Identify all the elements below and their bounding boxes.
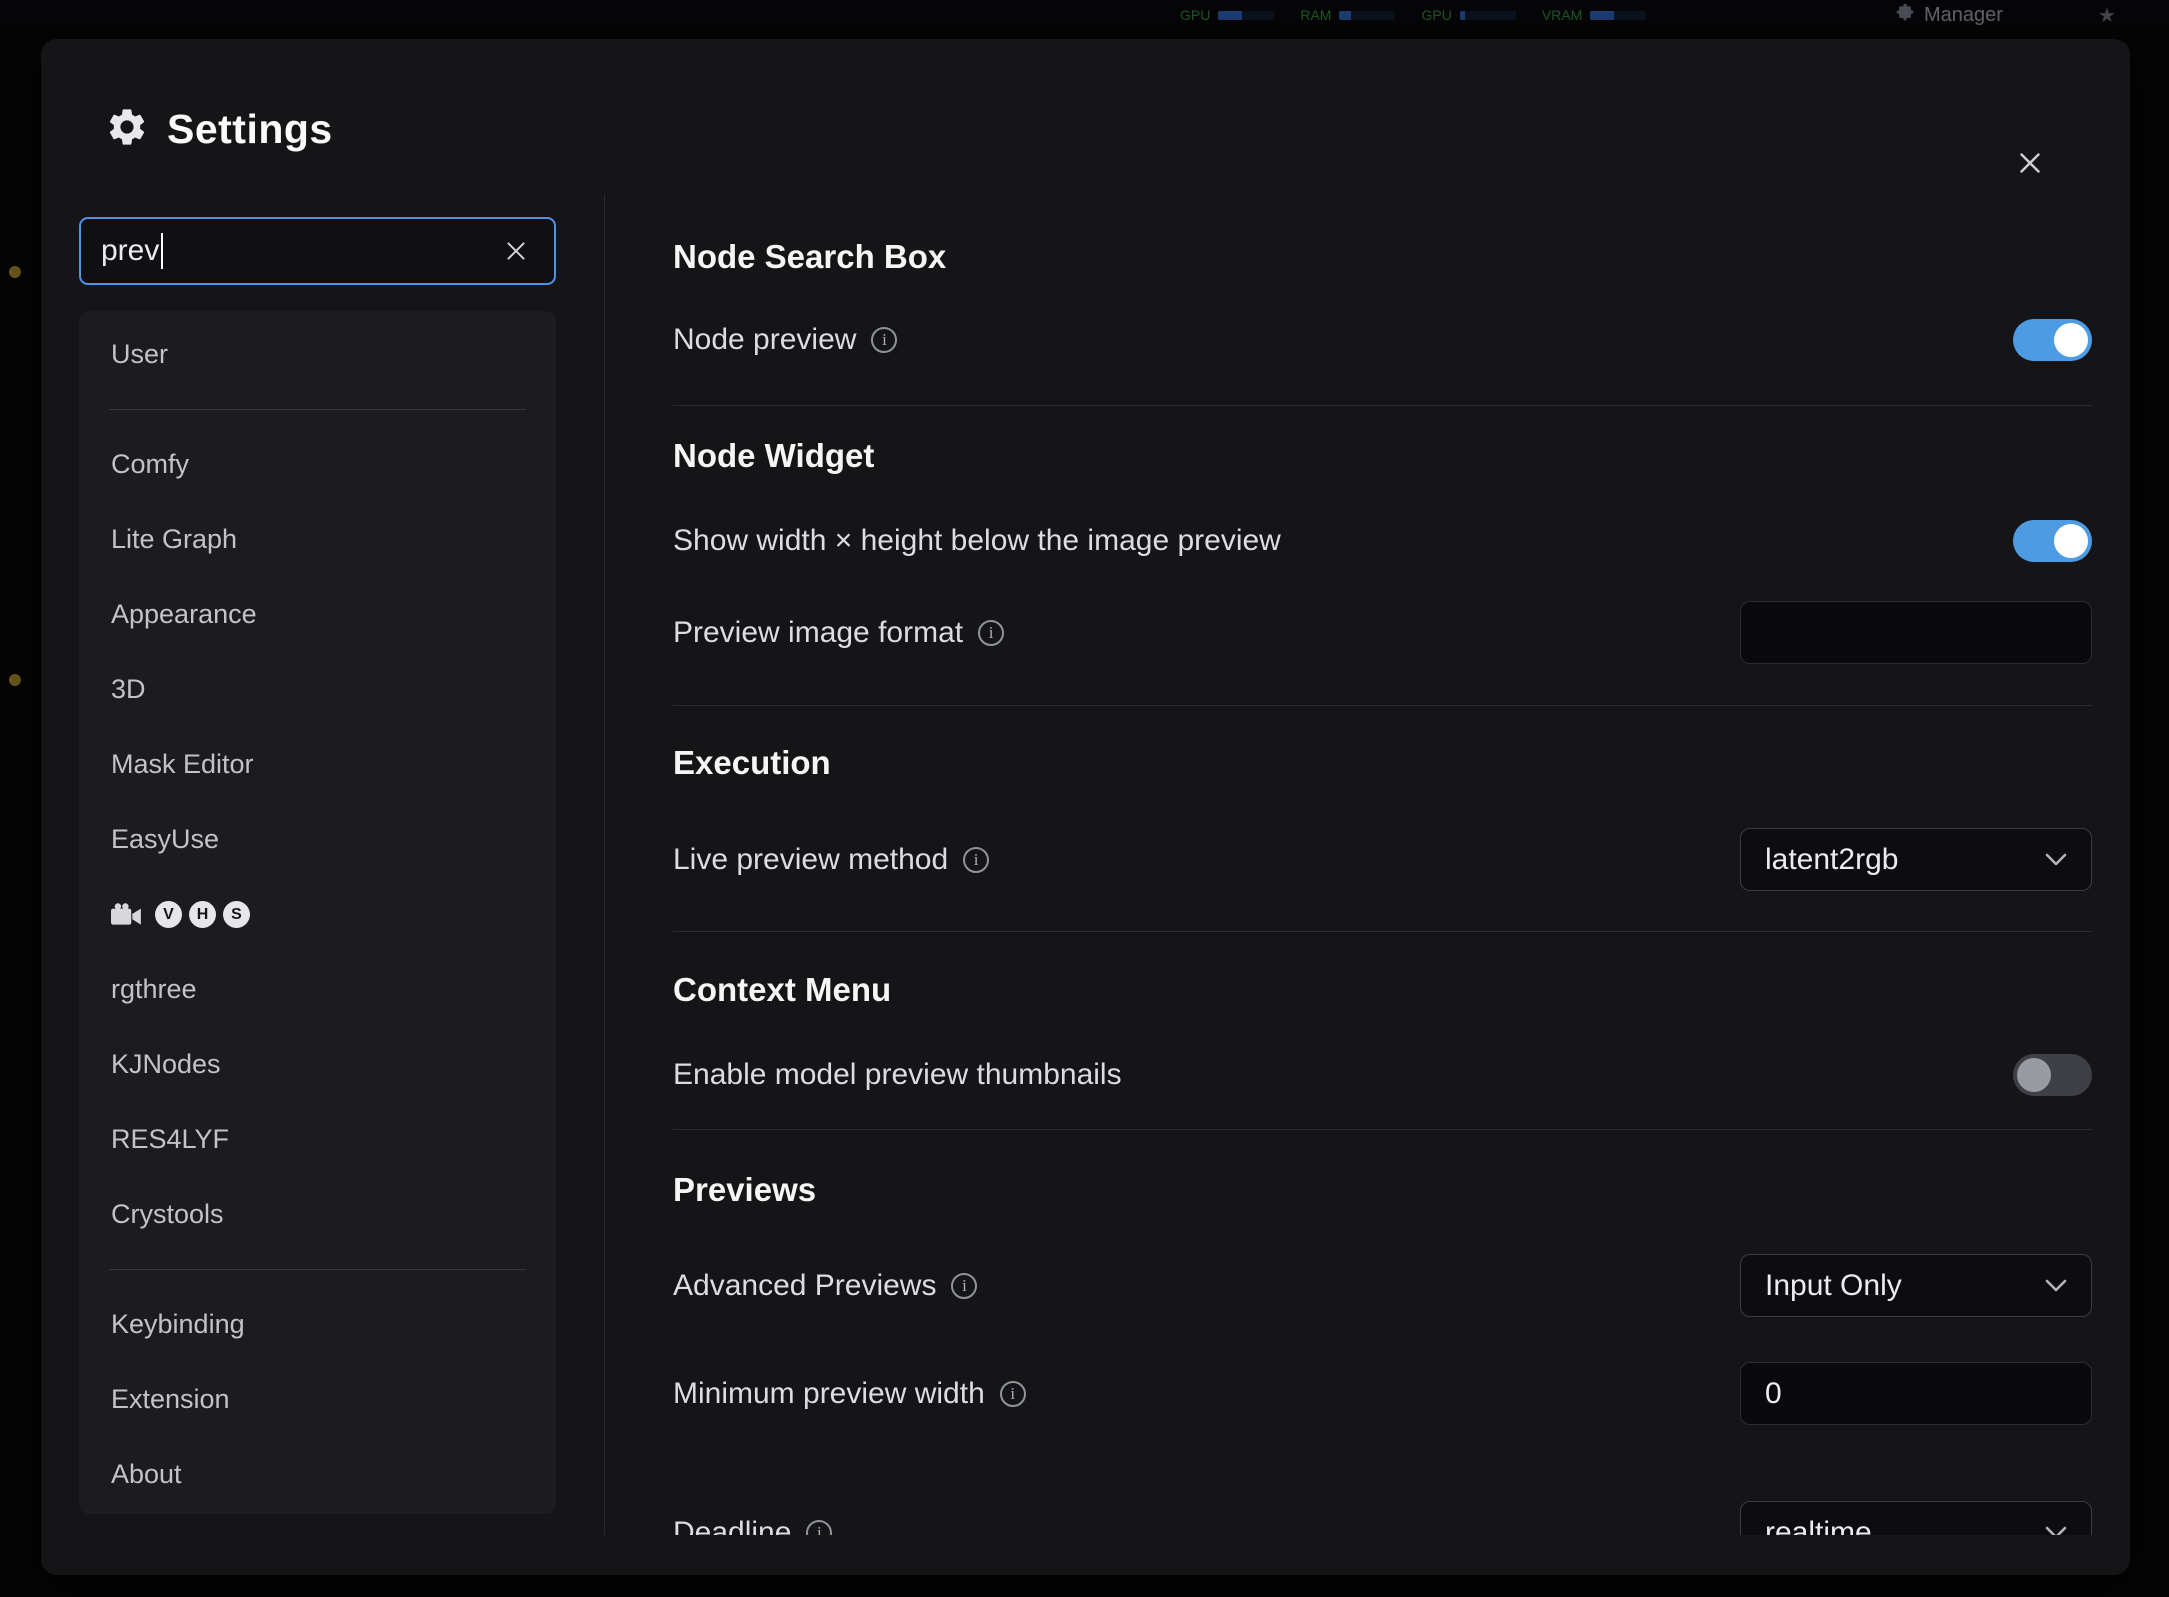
preview-image-format-input[interactable] bbox=[1740, 601, 2092, 664]
info-icon[interactable] bbox=[978, 620, 1004, 646]
minimum-preview-width-input[interactable] bbox=[1740, 1362, 2092, 1425]
setting-label: Deadline bbox=[673, 1513, 791, 1536]
info-icon[interactable] bbox=[951, 1273, 977, 1299]
setting-row-deadline: Deadline realtime bbox=[673, 1501, 2092, 1535]
dialog-title: Settings bbox=[167, 106, 333, 153]
sidebar-item-rgthree[interactable]: rgthree bbox=[79, 952, 556, 1027]
setting-row-minimum-preview-width: Minimum preview width bbox=[673, 1362, 2092, 1425]
setting-row-model-preview-thumbnails: Enable model preview thumbnails bbox=[673, 1053, 2092, 1097]
setting-label: Node preview bbox=[673, 320, 856, 360]
vhs-letter: S bbox=[223, 901, 250, 928]
setting-row-live-preview-method: Live preview method latent2rgb bbox=[673, 828, 2092, 891]
sidebar-item-crystools[interactable]: Crystools bbox=[79, 1177, 556, 1252]
settings-content: Node Search Box Node preview Node Widget… bbox=[673, 159, 2092, 1535]
setting-label: Preview image format bbox=[673, 613, 963, 653]
show-width-height-toggle[interactable] bbox=[2013, 520, 2092, 562]
section-divider bbox=[673, 1129, 2092, 1130]
section-heading-previews: Previews bbox=[673, 1170, 2092, 1210]
info-icon[interactable] bbox=[1000, 1381, 1026, 1407]
info-icon[interactable] bbox=[806, 1520, 832, 1536]
chevron-down-icon bbox=[2045, 1279, 2067, 1292]
setting-row-preview-image-format: Preview image format bbox=[673, 601, 2092, 664]
section-heading-execution: Execution bbox=[673, 743, 2092, 783]
content-separator bbox=[604, 194, 605, 1535]
section-heading-node-search-box: Node Search Box bbox=[673, 237, 2092, 277]
setting-row-node-preview: Node preview bbox=[673, 318, 2092, 362]
toggle-knob bbox=[2054, 323, 2088, 357]
section-heading-node-widget: Node Widget bbox=[673, 436, 2092, 476]
sidebar-item-mask-editor[interactable]: Mask Editor bbox=[79, 727, 556, 802]
settings-dialog: Settings prev User Comfy Lite Graph Appe… bbox=[41, 39, 2130, 1575]
chevron-down-icon bbox=[2045, 853, 2067, 866]
video-camera-icon bbox=[111, 903, 143, 927]
sidebar-item-user[interactable]: User bbox=[79, 317, 556, 392]
search-text: prev bbox=[101, 234, 159, 268]
setting-row-show-width-height: Show width × height below the image prev… bbox=[673, 519, 2092, 563]
gear-icon bbox=[105, 105, 149, 154]
model-preview-thumbnails-toggle[interactable] bbox=[2013, 1054, 2092, 1096]
setting-label: Show width × height below the image prev… bbox=[673, 521, 1281, 561]
settings-category-sidebar: User Comfy Lite Graph Appearance 3D Mask… bbox=[79, 311, 556, 1514]
node-preview-toggle[interactable] bbox=[2013, 319, 2092, 361]
info-icon[interactable] bbox=[963, 847, 989, 873]
settings-search-input[interactable]: prev bbox=[79, 217, 556, 285]
deadline-select[interactable]: realtime bbox=[1740, 1501, 2092, 1535]
setting-row-advanced-previews: Advanced Previews Input Only bbox=[673, 1254, 2092, 1317]
sidebar-item-appearance[interactable]: Appearance bbox=[79, 577, 556, 652]
chevron-down-icon bbox=[2045, 1526, 2067, 1535]
sidebar-item-res4lyf[interactable]: RES4LYF bbox=[79, 1102, 556, 1177]
section-heading-context-menu: Context Menu bbox=[673, 970, 2092, 1010]
setting-label: Minimum preview width bbox=[673, 1374, 985, 1414]
section-divider bbox=[673, 705, 2092, 706]
sidebar-item-vhs[interactable]: V H S bbox=[79, 877, 556, 952]
text-caret bbox=[161, 233, 163, 269]
sidebar-item-kjnodes[interactable]: KJNodes bbox=[79, 1027, 556, 1102]
sidebar-item-extension[interactable]: Extension bbox=[79, 1362, 556, 1437]
vhs-letter: V bbox=[155, 901, 182, 928]
info-icon[interactable] bbox=[871, 327, 897, 353]
sidebar-divider bbox=[109, 409, 526, 410]
live-preview-method-select[interactable]: latent2rgb bbox=[1740, 828, 2092, 891]
section-divider bbox=[673, 405, 2092, 406]
section-divider bbox=[673, 931, 2092, 932]
sidebar-divider bbox=[109, 1269, 526, 1270]
toggle-knob bbox=[2017, 1058, 2051, 1092]
vhs-letter: H bbox=[189, 901, 216, 928]
sidebar-item-lite-graph[interactable]: Lite Graph bbox=[79, 502, 556, 577]
sidebar-item-about[interactable]: About bbox=[79, 1437, 556, 1512]
sidebar-item-3d[interactable]: 3D bbox=[79, 652, 556, 727]
sidebar-item-easyuse[interactable]: EasyUse bbox=[79, 802, 556, 877]
sidebar-item-comfy[interactable]: Comfy bbox=[79, 427, 556, 502]
toggle-knob bbox=[2054, 524, 2088, 558]
setting-label: Enable model preview thumbnails bbox=[673, 1055, 1122, 1095]
setting-label: Advanced Previews bbox=[673, 1266, 936, 1306]
dialog-titlebar: Settings bbox=[105, 103, 333, 155]
setting-label: Live preview method bbox=[673, 840, 948, 880]
sidebar-item-keybinding[interactable]: Keybinding bbox=[79, 1287, 556, 1362]
advanced-previews-select[interactable]: Input Only bbox=[1740, 1254, 2092, 1317]
clear-search-icon[interactable] bbox=[498, 233, 534, 269]
